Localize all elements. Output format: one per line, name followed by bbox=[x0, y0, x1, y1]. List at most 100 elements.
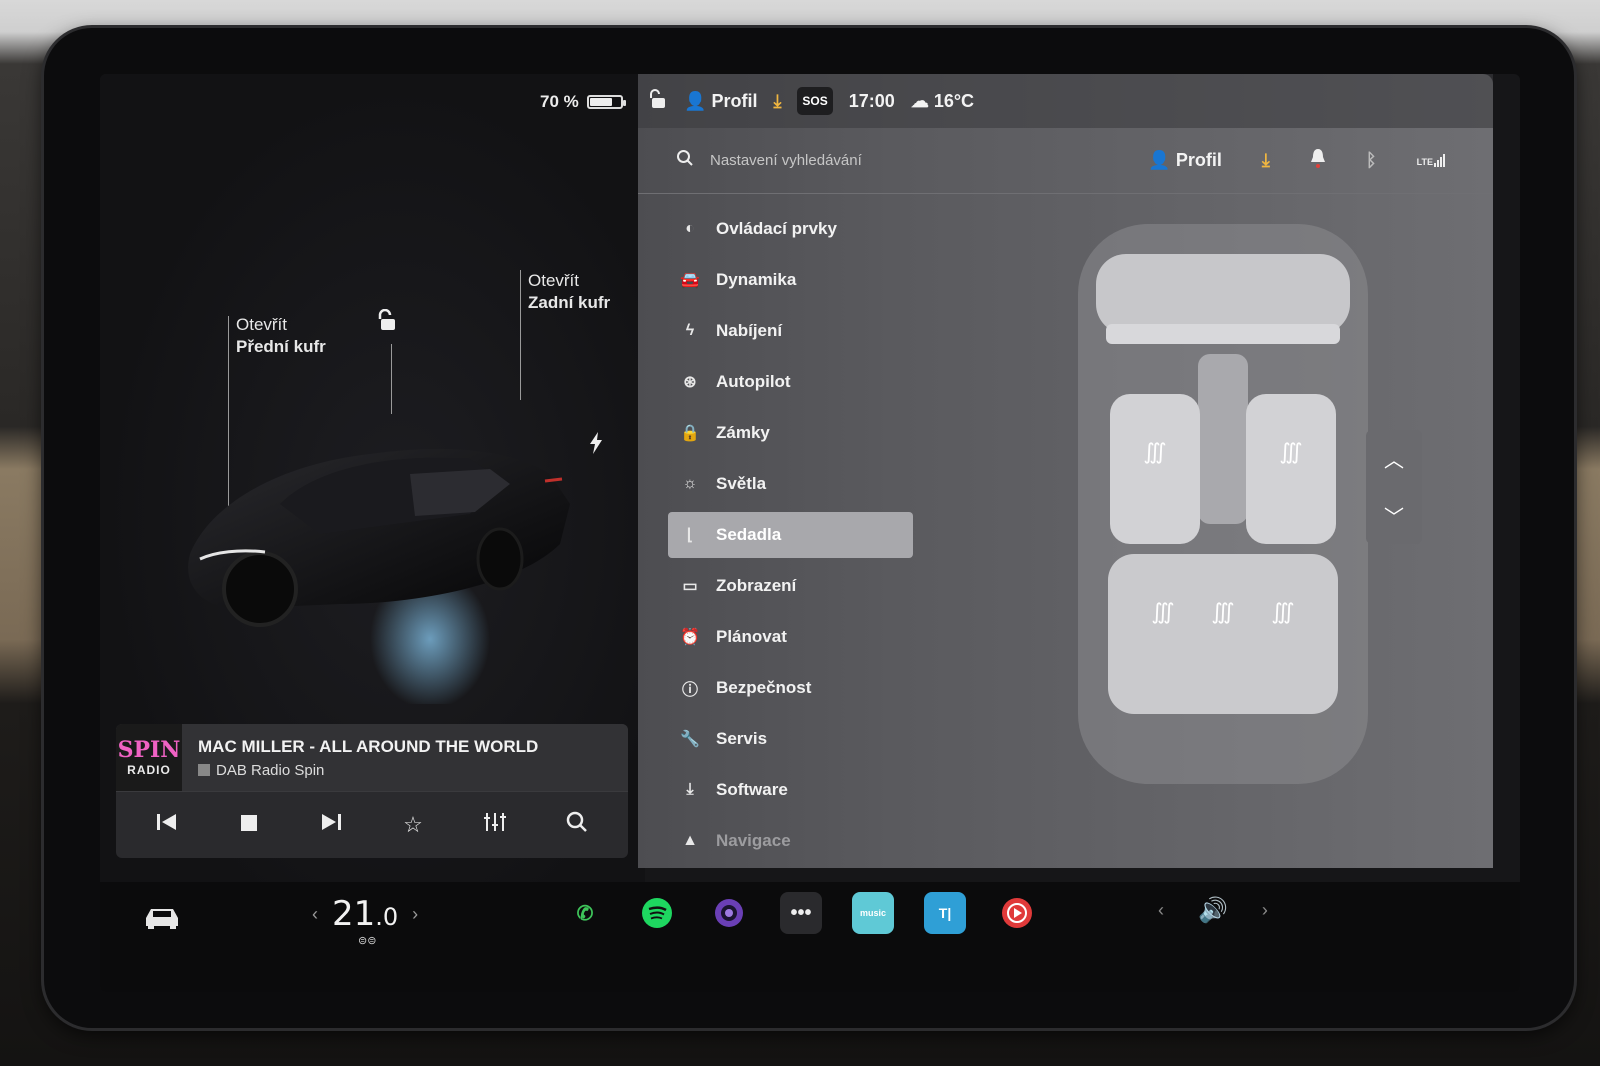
download-status-icon[interactable]: ⤓ bbox=[773, 91, 781, 112]
software-download-icon[interactable]: ⤓ bbox=[1262, 150, 1270, 171]
spotify-icon[interactable] bbox=[636, 892, 678, 934]
lte-signal-icon: LTE bbox=[1417, 154, 1445, 167]
navigation-icon: ▲ bbox=[682, 832, 698, 849]
next-track-icon[interactable] bbox=[311, 812, 351, 838]
cloud-icon: ☁ bbox=[910, 90, 929, 111]
download-icon: ⤓ bbox=[686, 781, 694, 798]
menu-item-controls[interactable]: ◐ Ovládací prvky bbox=[668, 206, 913, 252]
driver-seat-heater[interactable]: ∭ bbox=[1110, 394, 1200, 544]
menu-item-software[interactable]: ⤓ Software bbox=[668, 767, 913, 813]
person-icon: 👤 bbox=[1148, 150, 1171, 170]
phone-icon[interactable]: ✆ bbox=[564, 892, 606, 934]
alarm-icon: ⏰ bbox=[680, 629, 700, 646]
frunk-label-open: Otevřít bbox=[236, 315, 288, 334]
unlock-icon[interactable] bbox=[377, 308, 401, 339]
svg-text:∭: ∭ bbox=[1151, 600, 1174, 625]
tidal-icon[interactable]: T| bbox=[924, 892, 966, 934]
car-icon: 🚘 bbox=[680, 272, 700, 289]
battery-icon bbox=[586, 95, 626, 109]
chevron-up-icon[interactable]: ︿ bbox=[1384, 444, 1404, 473]
seat-heater-map: ∭ ∭ ∭ ∭ ∭ bbox=[1078, 224, 1368, 784]
profile-status[interactable]: 👤 Profil bbox=[684, 91, 757, 112]
radio-source-icon bbox=[198, 764, 210, 776]
menu-item-locks[interactable]: 🔒 Zámky bbox=[668, 410, 913, 456]
car-view-panel: 70 % Otevřít Přední kufr Otevřít Zadní k… bbox=[100, 74, 645, 882]
volume-control: ‹ 🔊 › bbox=[1158, 896, 1268, 925]
menu-item-service[interactable]: 🔧 Servis bbox=[668, 716, 913, 762]
defrost-icon[interactable]: ⊜⊜ bbox=[358, 934, 376, 947]
cabin-temperature: ‹ 21.0 › bbox=[312, 894, 418, 934]
search-icon bbox=[676, 149, 694, 172]
menu-item-safety[interactable]: ⓘ Bezpečnost bbox=[668, 665, 913, 711]
temp-up-icon[interactable]: › bbox=[412, 904, 418, 925]
sos-button[interactable]: SOS bbox=[797, 87, 833, 115]
media-player-icon[interactable] bbox=[996, 892, 1038, 934]
sun-icon: ☼ bbox=[682, 475, 698, 492]
volume-up-icon[interactable]: › bbox=[1262, 900, 1268, 921]
car-model-image bbox=[188, 448, 570, 704]
trunk-callout-line bbox=[520, 270, 521, 400]
stop-icon[interactable] bbox=[229, 812, 269, 838]
settings-menu: ◐ Ovládací prvky 🚘 Dynamika ϟ Nabíjení ⊛ Aut… bbox=[668, 206, 913, 869]
person-icon: 👤 bbox=[684, 90, 707, 111]
temp-down-icon[interactable]: ‹ bbox=[312, 904, 318, 925]
menu-item-autopilot[interactable]: ⊛ Autopilot bbox=[668, 359, 913, 405]
profile-button[interactable]: 👤 Profil bbox=[1148, 150, 1221, 171]
open-trunk-button[interactable]: Otevřít Zadní kufr bbox=[528, 270, 610, 314]
menu-item-charging[interactable]: ϟ Nabíjení bbox=[668, 308, 913, 354]
chevron-down-icon[interactable]: ﹀ bbox=[1384, 501, 1404, 530]
bolt-icon: ϟ bbox=[685, 322, 695, 339]
touchscreen: 70 % Otevřít Přední kufr Otevřít Zadní k… bbox=[100, 74, 1520, 992]
seat-icon: ⌊ bbox=[686, 527, 694, 544]
media-search-icon[interactable] bbox=[557, 811, 597, 839]
settings-panel: 👤 Profil ⤓ SOS 17:00 ☁ 16°C 👤 Profil ⤓ bbox=[638, 74, 1493, 868]
battery-status: 70 % bbox=[540, 92, 626, 112]
equalizer-icon[interactable] bbox=[475, 812, 515, 838]
rear-seat-heaters[interactable]: ∭ ∭ ∭ bbox=[1108, 554, 1338, 714]
amazon-music-icon[interactable]: music bbox=[852, 892, 894, 934]
passenger-seat-heater[interactable]: ∭ bbox=[1246, 394, 1336, 544]
alert-icon: ⓘ bbox=[681, 682, 698, 699]
menu-item-display[interactable]: ▭ Zobrazení bbox=[668, 563, 913, 609]
settings-search-bar: 👤 Profil ⤓ ᛒ LTE bbox=[638, 128, 1493, 194]
more-icon[interactable]: ••• bbox=[780, 892, 822, 934]
svg-text:∭: ∭ bbox=[1143, 440, 1166, 465]
bottom-dock: ‹ 21.0 › ⊜⊜ ✆ ••• music T| ‹ 🔊 › bbox=[100, 882, 1520, 992]
open-frunk-button[interactable]: Otevřít Přední kufr bbox=[236, 314, 326, 358]
temperature-value[interactable]: 21.0 bbox=[332, 894, 398, 934]
favorite-star-icon[interactable]: ☆ bbox=[393, 812, 433, 838]
volume-down-icon[interactable]: ‹ bbox=[1158, 900, 1164, 921]
lock-icon: 🔒 bbox=[680, 425, 700, 442]
scroll-control: ︿ ﹀ bbox=[1366, 430, 1422, 544]
menu-item-schedule[interactable]: ⏰ Plánovat bbox=[668, 614, 913, 660]
trunk-label-open: Otevřít bbox=[528, 271, 580, 290]
source-label: DAB Radio Spin bbox=[216, 761, 325, 779]
menu-item-lights[interactable]: ☼ Světla bbox=[668, 461, 913, 507]
menu-item-navigation[interactable]: ▲ Navigace bbox=[668, 818, 913, 864]
track-source: DAB Radio Spin bbox=[198, 762, 538, 779]
lock-status-icon[interactable] bbox=[650, 88, 668, 114]
station-logo: SPIN RADIO bbox=[116, 724, 182, 791]
status-bar: 👤 Profil ⤓ SOS 17:00 ☁ 16°C bbox=[638, 74, 1493, 128]
svg-text:∭: ∭ bbox=[1211, 600, 1234, 625]
svg-text:∭: ∭ bbox=[1271, 600, 1294, 625]
trunk-label-name: Zadní kufr bbox=[528, 293, 611, 312]
notification-bell-icon[interactable] bbox=[1310, 148, 1326, 173]
previous-track-icon[interactable] bbox=[147, 812, 187, 838]
app-launcher: ✆ ••• music T| bbox=[564, 892, 1038, 934]
frunk-label-name: Přední kufr bbox=[236, 337, 326, 356]
display-icon: ▭ bbox=[682, 578, 698, 595]
settings-search-input[interactable] bbox=[710, 152, 1090, 169]
menu-item-dynamics[interactable]: 🚘 Dynamika bbox=[668, 257, 913, 303]
weather: ☁ 16°C bbox=[910, 90, 975, 111]
steering-wheel-icon: ⊛ bbox=[683, 374, 697, 391]
menu-item-seats[interactable]: ⌊ Sedadla bbox=[668, 512, 913, 558]
bluetooth-icon[interactable]: ᛒ bbox=[1366, 150, 1377, 171]
battery-percent: 70 % bbox=[540, 92, 579, 111]
wrench-icon: 🔧 bbox=[680, 731, 700, 748]
track-title: MAC MILLER - ALL AROUND THE WORLD bbox=[198, 736, 539, 756]
camera-icon[interactable] bbox=[708, 892, 750, 934]
car-controls-icon[interactable] bbox=[142, 904, 182, 938]
speaker-icon[interactable]: 🔊 bbox=[1198, 896, 1228, 925]
now-playing[interactable]: SPIN RADIO MAC MILLER - ALL AROUND THE W… bbox=[116, 724, 628, 791]
